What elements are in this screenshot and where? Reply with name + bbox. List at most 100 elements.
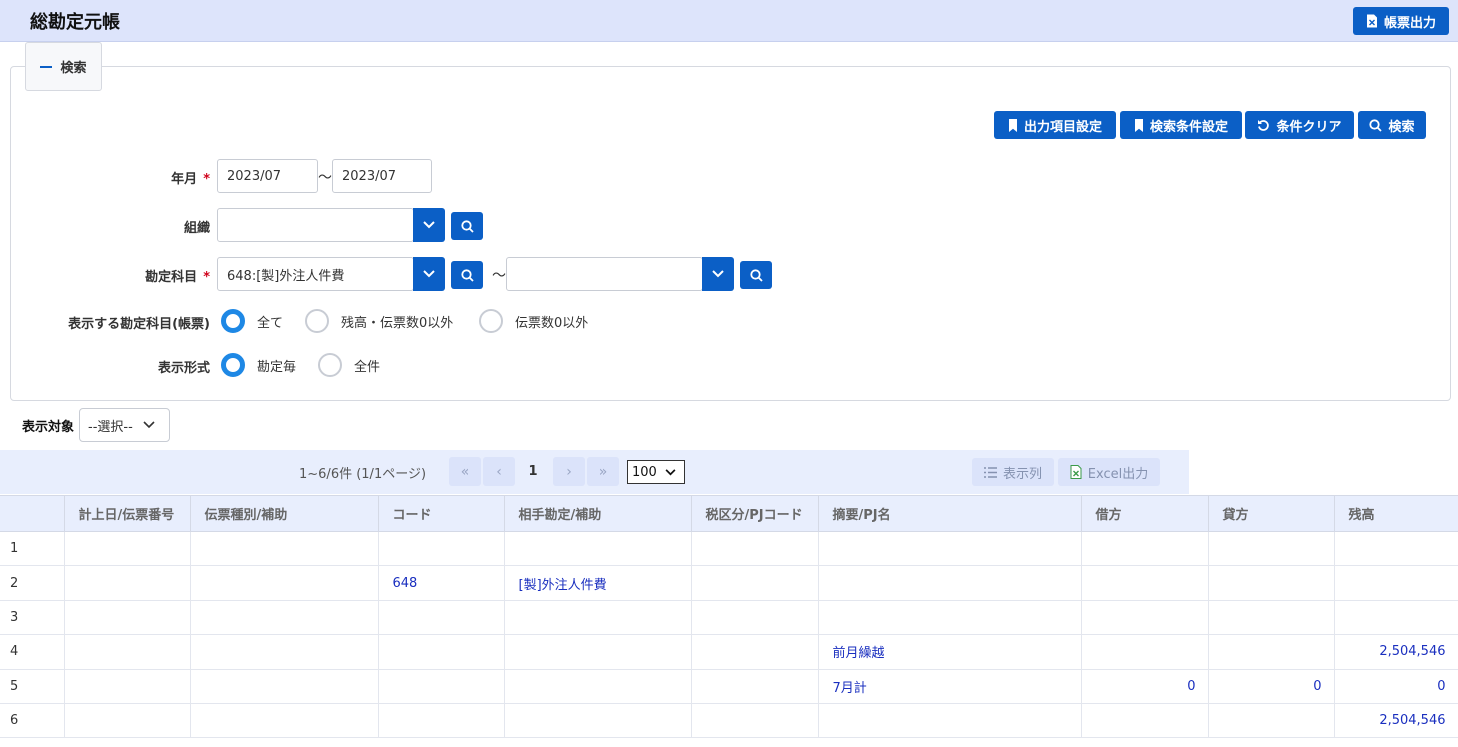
- radio-format-per-account[interactable]: 勘定毎: [221, 353, 296, 377]
- next-page-button[interactable]: ›: [553, 457, 585, 486]
- table-row[interactable]: 3: [0, 600, 1458, 636]
- display-target-label: 表示対象: [22, 420, 75, 435]
- excel-file-icon: [1070, 465, 1082, 479]
- excel-export-button[interactable]: Excel出力: [1058, 458, 1160, 486]
- period-from-input[interactable]: 2023/07: [217, 159, 318, 193]
- column-header[interactable]: コード: [378, 495, 505, 532]
- prev-page-button[interactable]: ‹: [483, 457, 515, 486]
- table-cell: [504, 531, 692, 567]
- table-cell: 6: [0, 703, 65, 739]
- first-page-button[interactable]: «: [449, 457, 481, 486]
- columns-label: 表示列: [1002, 466, 1042, 482]
- account-from-search-button[interactable]: [451, 261, 483, 289]
- column-header[interactable]: 税区分/PJコード: [691, 495, 819, 532]
- table-cell: 0: [1208, 669, 1335, 704]
- org-search-button[interactable]: [451, 212, 483, 240]
- period-to-input[interactable]: 2023/07: [332, 159, 432, 193]
- export-report-button[interactable]: 帳票出力: [1353, 7, 1449, 35]
- table-cell: [818, 703, 1082, 739]
- table-cell: [190, 703, 379, 739]
- search-icon: [749, 268, 763, 282]
- column-header[interactable]: 計上日/伝票番号: [64, 495, 191, 532]
- required-mark: *: [203, 270, 210, 285]
- table-cell: [691, 703, 819, 739]
- search-panel-toggle[interactable]: 検索: [25, 42, 102, 91]
- table-cell: [691, 565, 819, 601]
- table-cell: [504, 634, 692, 670]
- column-header[interactable]: 伝票種別/補助: [190, 495, 379, 532]
- clear-conditions-button[interactable]: 条件クリア: [1245, 111, 1354, 139]
- table-cell: [504, 703, 692, 739]
- last-page-button[interactable]: »: [587, 457, 619, 486]
- output-settings-button[interactable]: 出力項目設定: [994, 111, 1116, 139]
- column-header[interactable]: 貸方: [1208, 495, 1335, 532]
- table-cell: [504, 669, 692, 704]
- table-cell: [378, 531, 505, 567]
- table-cell: [1208, 565, 1335, 601]
- table-cell: 2,504,546: [1334, 703, 1458, 739]
- radio-display-nonzero-slips[interactable]: 伝票数0以外: [479, 309, 588, 333]
- radio-selected-icon: [221, 353, 245, 377]
- ledger-table: 計上日/伝票番号 伝票種別/補助 コード 相手勘定/補助 税区分/PJコード 摘…: [0, 495, 1458, 739]
- chevron-down-icon: [712, 270, 724, 278]
- bookmark-icon: [1008, 118, 1017, 132]
- radio-unselected-icon: [305, 309, 329, 333]
- account-to-select[interactable]: [506, 257, 703, 291]
- table-row[interactable]: 4 前月繰越 2,504,546: [0, 634, 1458, 670]
- search-settings-label: 検索条件設定: [1149, 119, 1228, 135]
- table-row[interactable]: 6 2,504,546: [0, 703, 1458, 739]
- account-to-search-button[interactable]: [740, 261, 772, 289]
- org-dropdown-button[interactable]: [413, 208, 445, 242]
- table-cell: [818, 600, 1082, 636]
- table-cell: [1081, 565, 1209, 601]
- excel-file-icon: [1366, 14, 1377, 28]
- export-report-label: 帳票出力: [1383, 15, 1436, 31]
- columns-button[interactable]: 表示列: [972, 458, 1054, 486]
- chevron-down-icon: [423, 221, 435, 229]
- per-page-select[interactable]: 100: [627, 460, 685, 484]
- table-cell: 3: [0, 600, 65, 636]
- radio-label: 残高・伝票数0以外: [341, 315, 454, 331]
- search-settings-button[interactable]: 検索条件設定: [1120, 111, 1242, 139]
- table-cell: [64, 565, 191, 601]
- table-cell: [64, 600, 191, 636]
- table-cell: 2: [0, 565, 65, 601]
- table-cell: 4: [0, 634, 65, 670]
- table-row[interactable]: 2 648 [製]外注人件費: [0, 565, 1458, 601]
- chevron-down-icon: [665, 468, 676, 475]
- account-from-dropdown-button[interactable]: [413, 257, 445, 291]
- radio-format-all[interactable]: 全件: [318, 353, 380, 377]
- table-cell: 0: [1334, 669, 1458, 704]
- table-cell: [1081, 703, 1209, 739]
- table-row[interactable]: 1: [0, 531, 1458, 567]
- column-header[interactable]: 相手勘定/補助: [504, 495, 692, 532]
- display-format-label: 表示形式: [157, 361, 210, 376]
- column-header[interactable]: 借方: [1081, 495, 1209, 532]
- search-icon: [1369, 118, 1383, 132]
- account-from-select[interactable]: 648:[製]外注人件費: [217, 257, 414, 291]
- radio-unselected-icon: [318, 353, 342, 377]
- column-header[interactable]: 摘要/PJ名: [818, 495, 1082, 532]
- table-cell: [1208, 634, 1335, 670]
- column-header[interactable]: 残高: [1334, 495, 1458, 532]
- search-button[interactable]: 検索: [1358, 111, 1426, 139]
- table-cell: [1208, 600, 1335, 636]
- current-page[interactable]: 1: [517, 457, 549, 486]
- radio-display-nonzero-balance[interactable]: 残高・伝票数0以外: [305, 309, 453, 333]
- range-separator: ～: [492, 268, 506, 284]
- radio-label: 全て: [257, 315, 284, 331]
- table-cell: [1334, 565, 1458, 601]
- chevron-down-icon: [423, 270, 435, 278]
- account-to-dropdown-button[interactable]: [702, 257, 734, 291]
- table-cell: [1081, 531, 1209, 567]
- table-cell: [378, 669, 505, 704]
- table-row[interactable]: 5 7月計 0 0 0: [0, 669, 1458, 704]
- table-cell: [504, 600, 692, 636]
- display-target-select[interactable]: --選択--: [79, 408, 170, 442]
- radio-display-all[interactable]: 全て: [221, 309, 283, 333]
- table-cell: [378, 600, 505, 636]
- org-select[interactable]: [217, 208, 414, 242]
- column-header[interactable]: [0, 495, 65, 532]
- org-label: 組織: [183, 221, 210, 236]
- table-cell: [190, 634, 379, 670]
